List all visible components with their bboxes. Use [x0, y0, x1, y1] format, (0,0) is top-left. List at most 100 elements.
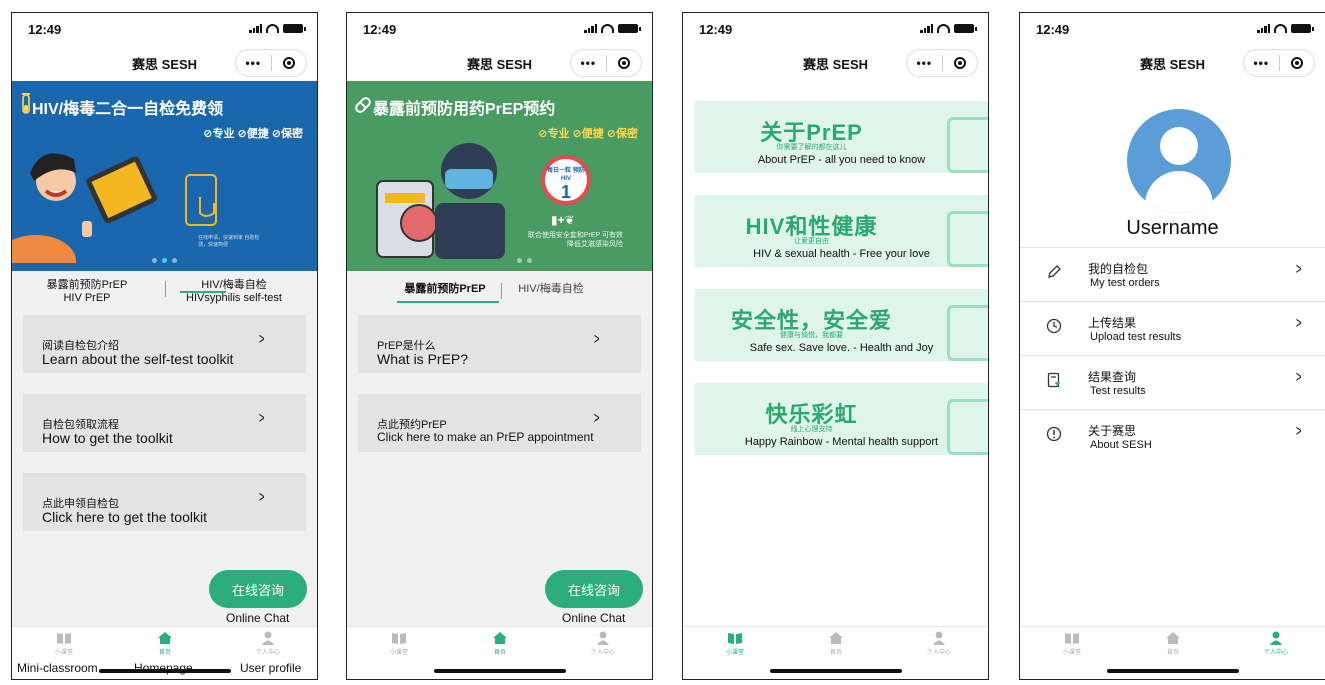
tabbar-profile[interactable]: 个人中心	[238, 631, 298, 656]
more-button[interactable]: •••	[907, 56, 942, 70]
close-target-button[interactable]	[943, 57, 978, 69]
card-get-toolkit-process[interactable]: 自检包领取流程 How to get the toolkit >	[23, 394, 306, 452]
banner-carousel[interactable]: 暴露前预防用药PrEP预约 ⊘专业 ⊘便捷 ⊘保密 每日一粒 预防HIV 1 ▮+…	[347, 81, 652, 271]
tabbar-profile[interactable]: 个人中心	[573, 631, 633, 656]
close-target-button[interactable]	[607, 57, 642, 69]
main-content: 关于PrEP 你需要了解的都在这儿 About PrEP - all you nee…	[683, 81, 988, 627]
phone-screen-homepage-self-test: 12:49 赛思 SESH ••• HIV/梅毒二合一自检免费领 ⊘专业 ⊘便捷…	[11, 12, 318, 680]
target-icon	[282, 57, 295, 69]
tab-self-test[interactable]: HIV/梅毒自检	[511, 283, 591, 296]
test-tube-icon	[22, 93, 30, 114]
book-icon	[392, 633, 406, 644]
chevron-right-icon: >	[258, 489, 265, 506]
card-happy-rainbow[interactable]: 快乐彩虹 线上心理支持 Happy Rainbow - Mental health …	[695, 383, 988, 455]
online-chat-button[interactable]: 在线咨询	[545, 570, 643, 608]
home-icon	[493, 632, 507, 644]
tabbar-profile[interactable]: 个人中心	[909, 631, 969, 656]
user-icon	[1270, 631, 1282, 645]
status-time: 12:49	[28, 22, 62, 37]
target-icon	[1290, 57, 1303, 69]
card-hiv-sexual-health-desc: HIV & sexual health - Free your love	[753, 248, 930, 260]
tabbar-mini-classroom[interactable]: 小课堂	[34, 631, 94, 656]
status-time: 12:49	[1036, 22, 1070, 37]
banner-small-text: 联合使用安全套和PrEP 可有效降低艾滋感染风险	[527, 232, 623, 248]
card-prep-appointment[interactable]: 点此预约PrEP Click here to make an PrEP appoi…	[358, 394, 641, 452]
tabbar-home[interactable]: 首页	[135, 631, 195, 656]
nav-bar: 赛思 SESH •••	[1020, 45, 1325, 81]
lightning-deco-icon	[947, 399, 988, 455]
chevron-right-icon: >	[1295, 369, 1302, 386]
tabbar-mini-classroom[interactable]: 小课堂	[705, 631, 765, 656]
wifi-icon	[266, 23, 279, 33]
battery-icon	[283, 23, 306, 33]
status-bar: 12:49	[683, 13, 988, 43]
menu-my-test-orders-en: My test orders	[1090, 277, 1160, 289]
person-illustration	[12, 153, 157, 263]
menu-test-results[interactable]: 结果查询 Test results >	[1020, 356, 1325, 410]
card-hiv-sexual-health[interactable]: HIV和性健康 让爱更自由 HIV & sexual health - Free y…	[695, 195, 988, 267]
menu-about-sesh[interactable]: 关于赛思 About SESH >	[1020, 410, 1325, 463]
card-learn-toolkit-en: Learn about the self-test toolkit	[42, 351, 234, 367]
card-learn-toolkit[interactable]: 阅读自检包介绍 Learn about the self-test toolkit…	[23, 315, 306, 373]
tab-hiv-prep-en: HIV PrEP	[63, 292, 111, 304]
card-safe-sex-desc: Safe sex. Save love. - Health and Joy	[749, 342, 934, 354]
close-target-button[interactable]	[272, 57, 307, 69]
online-chat-label: Online Chat	[562, 611, 626, 625]
user-icon	[933, 631, 945, 645]
tabbar-home[interactable]: 首页	[470, 631, 530, 656]
tab-hiv-prep[interactable]: 暴露前预防PrEP	[395, 283, 495, 296]
chevron-right-icon: >	[258, 410, 265, 427]
card-what-is-prep[interactable]: PrEP是什么 What is PrEP? >	[358, 315, 641, 373]
status-bar: 12:49	[12, 13, 317, 43]
card-about-prep-desc: About PrEP - all you need to know	[757, 154, 926, 166]
avatar[interactable]	[1127, 109, 1231, 213]
tabbar-home[interactable]: 首页	[806, 631, 866, 656]
tabbar-mini-classroom[interactable]: 小课堂	[1042, 631, 1102, 656]
avatar-body-icon	[1145, 171, 1213, 213]
menu-upload-results[interactable]: 上传结果 Upload test results >	[1020, 302, 1325, 356]
home-indicator	[1106, 669, 1239, 673]
battery-icon	[954, 23, 977, 33]
username-label: Username	[1126, 217, 1219, 239]
card-about-prep[interactable]: 关于PrEP 你需要了解的都在这儿 About PrEP - all you nee…	[695, 101, 988, 173]
card-safe-sex[interactable]: 安全性，安全爱 健康与愉悦，我都要 Safe sex. Save love. - H…	[695, 289, 988, 361]
card-safe-sex-sub: 健康与愉悦，我都要	[780, 332, 843, 339]
target-icon	[617, 57, 630, 69]
banner-carousel[interactable]: HIV/梅毒二合一自检免费领 ⊘专业 ⊘便捷 ⊘保密 在线申请，快速到家 自助检…	[12, 81, 317, 271]
tabbar-mini-classroom[interactable]: 小课堂	[369, 631, 429, 656]
card-apply-toolkit[interactable]: 点此申领自检包 Click here to get the toolkit >	[23, 473, 306, 531]
close-target-button[interactable]	[1280, 57, 1315, 69]
more-button[interactable]: •••	[1244, 56, 1279, 70]
banner-features: ⊘专业 ⊘便捷 ⊘保密	[538, 128, 638, 140]
mini-program-capsule: •••	[906, 49, 978, 77]
bottom-tab-bar: 小课堂 首页 个人中心	[347, 626, 652, 679]
wifi-icon	[601, 23, 614, 33]
signal-icon	[920, 23, 933, 33]
bottom-tab-bar: 小课堂 首页 个人中心 Mini-classroom Homepage User…	[12, 626, 317, 679]
nav-bar: 赛思 SESH •••	[683, 45, 988, 81]
more-button[interactable]: •••	[571, 56, 606, 70]
tabbar-profile[interactable]: 个人中心	[1246, 631, 1306, 656]
home-icon	[829, 632, 843, 644]
phone-screen-homepage-prep: 12:49 赛思 SESH ••• 暴露前预防用药PrEP预约 ⊘专业 ⊘便捷 …	[346, 12, 653, 680]
tab-switcher: 暴露前预防PrEP HIV/梅毒自检	[347, 271, 652, 315]
more-button[interactable]: •••	[236, 56, 271, 70]
home-icon	[1166, 632, 1180, 644]
target-icon	[953, 57, 966, 69]
online-chat-label: Online Chat	[226, 611, 290, 625]
tab-hiv-prep[interactable]: 暴露前预防PrEP HIV PrEP	[32, 279, 142, 305]
menu-my-test-orders[interactable]: 我的自检包 My test orders >	[1020, 248, 1325, 302]
online-chat-button[interactable]: 在线咨询	[209, 570, 307, 608]
status-bar: 12:49	[347, 13, 652, 43]
bottom-tab-bar: 小课堂 首页 个人中心	[1020, 626, 1325, 679]
chevron-right-icon: >	[1295, 423, 1302, 440]
tabbar-home[interactable]: 首页	[1143, 631, 1203, 656]
home-icon	[158, 632, 172, 644]
user-icon	[597, 631, 609, 645]
carousel-dots	[347, 258, 532, 263]
condom-plus-pill-icon: ▮+❦	[551, 213, 575, 227]
lightning-deco-icon	[947, 211, 988, 267]
tab-switcher: 暴露前预防PrEP HIV PrEP HIV/梅毒自检 HIVsyphilis se…	[12, 271, 317, 315]
status-bar: 12:49	[1020, 13, 1325, 43]
battery-icon	[1291, 23, 1314, 33]
